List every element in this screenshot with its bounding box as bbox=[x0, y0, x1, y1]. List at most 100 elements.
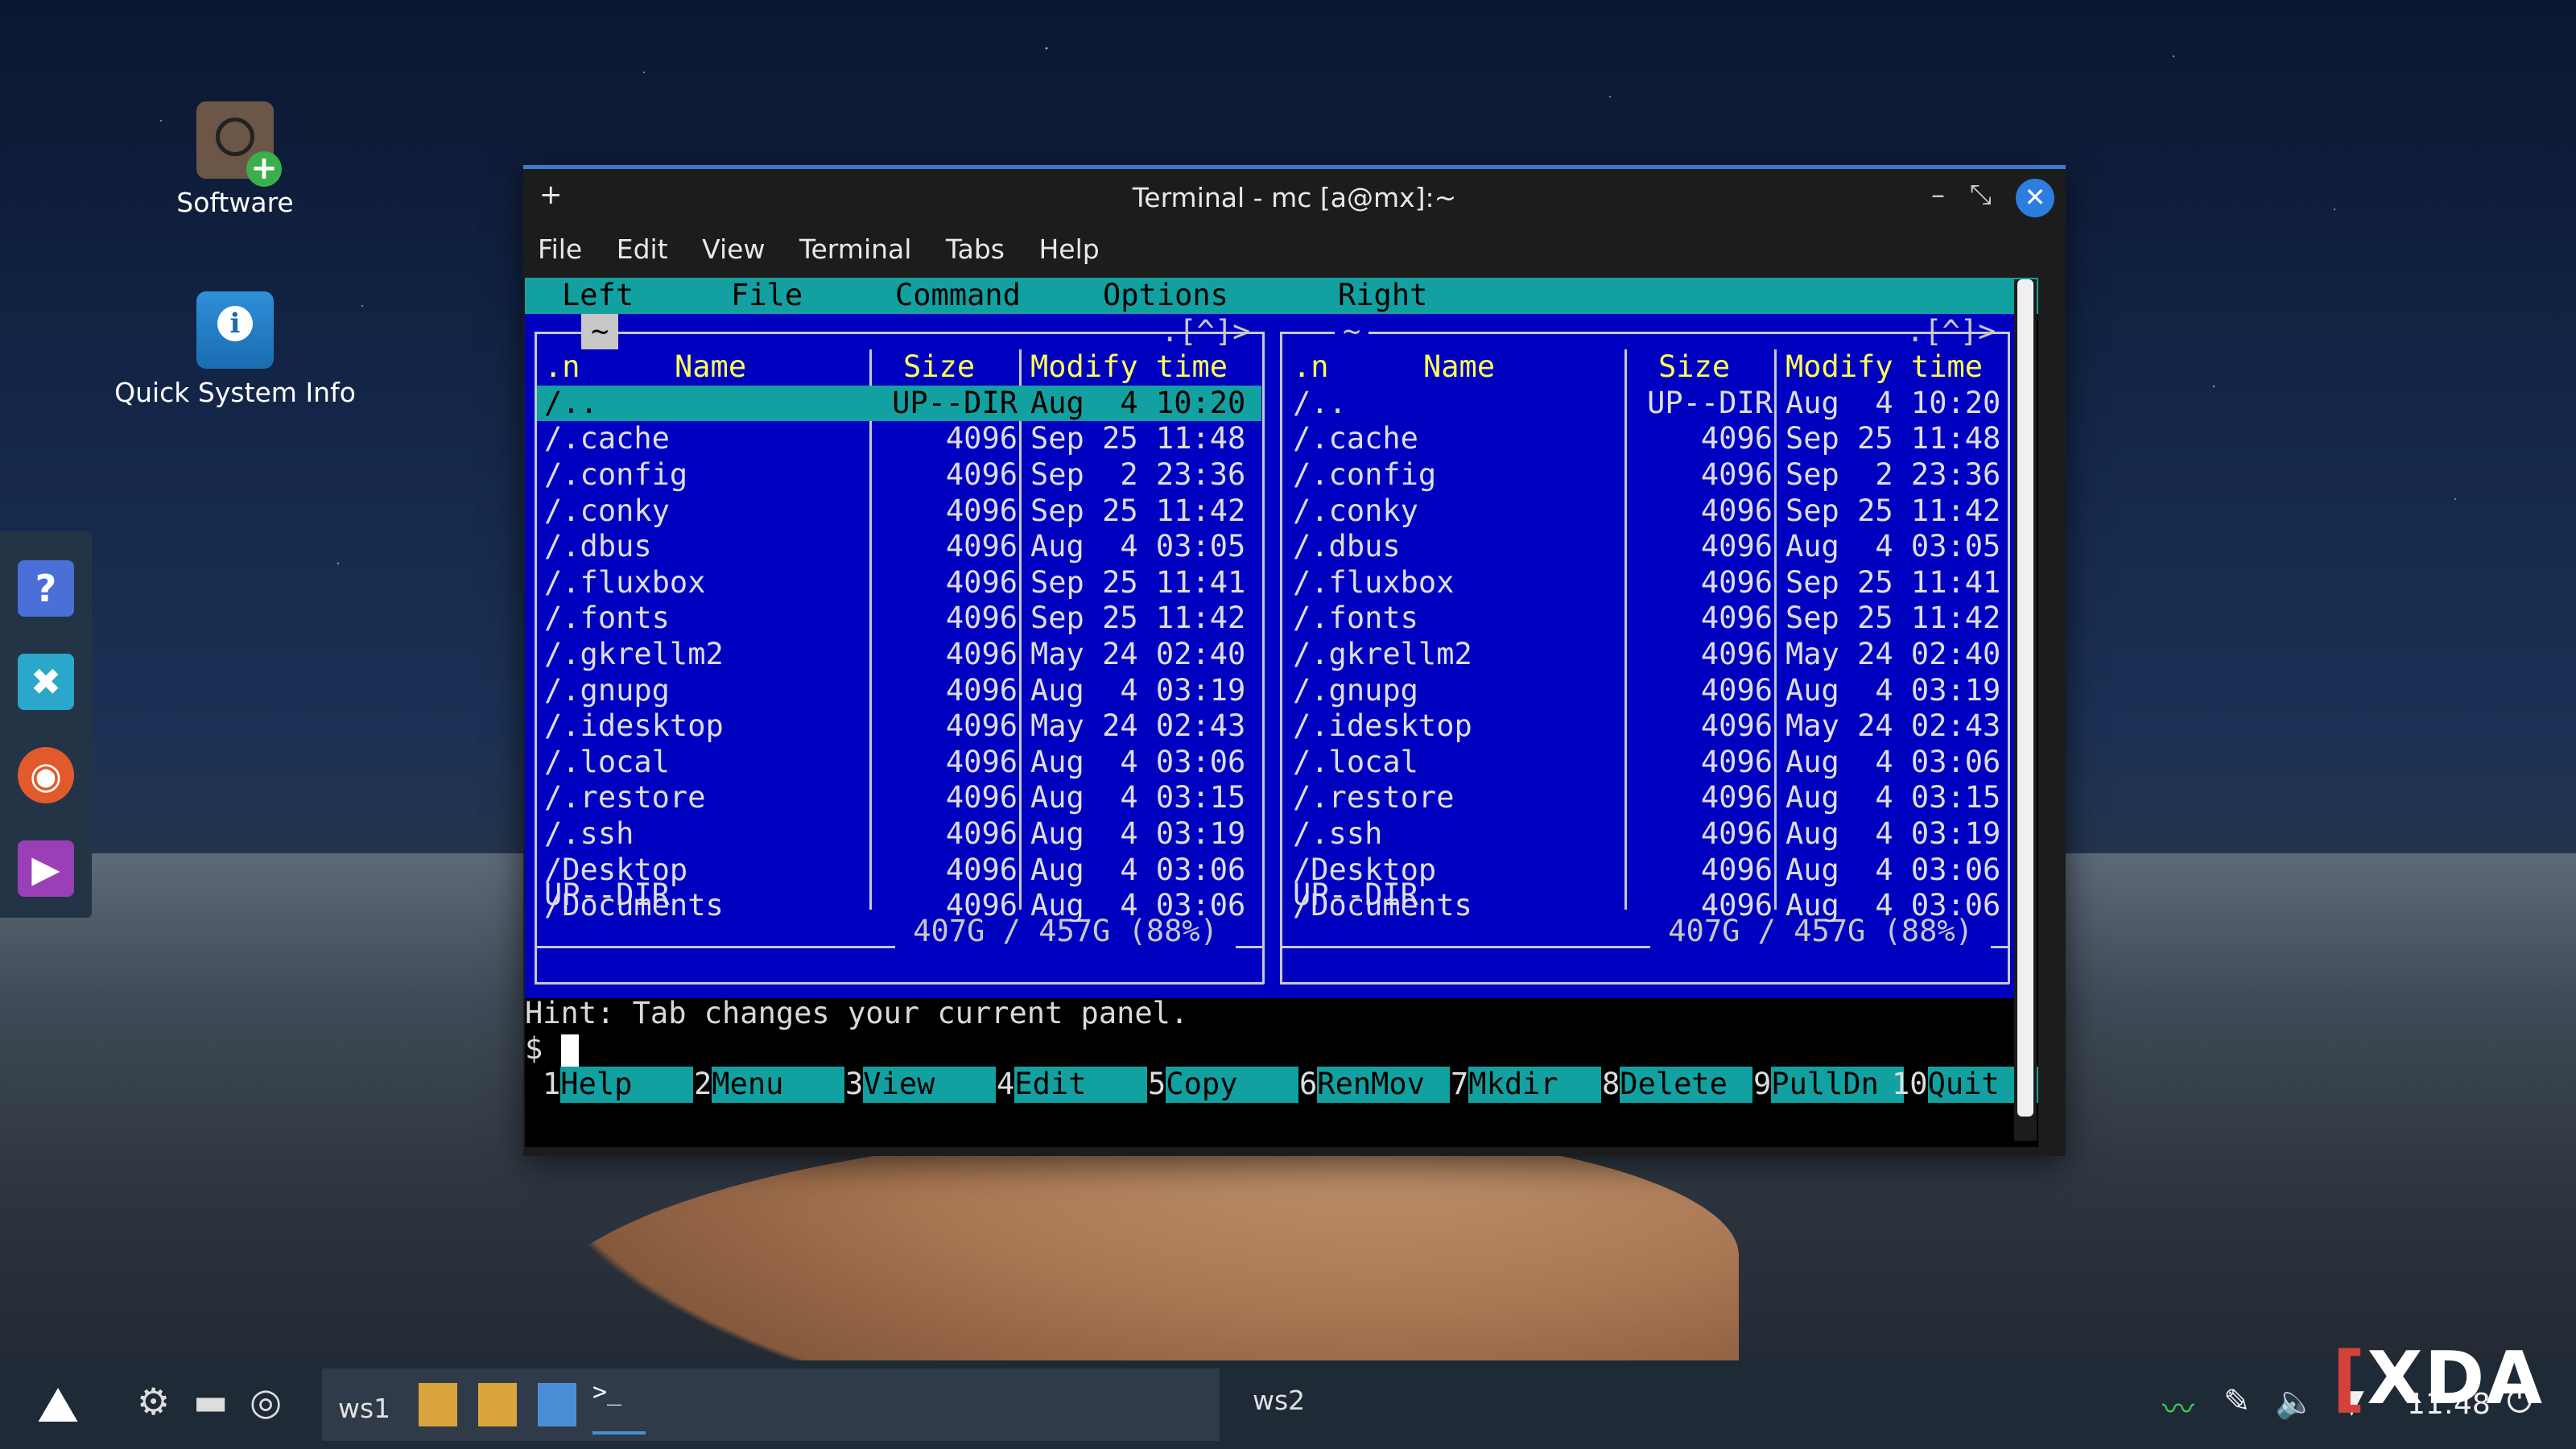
fkey-number: 6 bbox=[1299, 1067, 1318, 1101]
left-panel-path[interactable]: ~ bbox=[581, 313, 619, 350]
column-header-size[interactable]: Size bbox=[903, 349, 975, 386]
fkey-number: 8 bbox=[1602, 1067, 1620, 1101]
shell-prompt[interactable]: $ bbox=[525, 1031, 579, 1067]
right-panel-corner[interactable]: .[^]> bbox=[1906, 314, 1996, 350]
file-mtime: Sep 2 23:36 bbox=[1785, 456, 2001, 492]
paperclip-icon[interactable]: ✎ bbox=[2223, 1383, 2251, 1420]
network-activity-icon[interactable]: 〰 bbox=[2162, 1383, 2194, 1430]
mc-menu-file[interactable]: File bbox=[731, 278, 803, 314]
fkey-mkdir[interactable]: Mkdir bbox=[1468, 1067, 1602, 1103]
file-name: /.restore bbox=[1293, 780, 1455, 815]
fkey-number: 4 bbox=[997, 1067, 1015, 1101]
rss-settings-icon[interactable]: ◉ bbox=[18, 747, 74, 803]
file-size: UP--DIR bbox=[892, 385, 1018, 420]
file-size: 4096 bbox=[1700, 672, 1773, 708]
workspace-2-label[interactable]: ws2 bbox=[1253, 1385, 1305, 1416]
column-header-mtime[interactable]: Modify time bbox=[1030, 349, 1228, 386]
file-size: 4096 bbox=[1700, 744, 1773, 779]
fkey-help[interactable]: Help bbox=[560, 1067, 694, 1103]
file-name: /.local bbox=[544, 744, 670, 779]
file-mtime: Aug 4 03:06 bbox=[1785, 888, 2001, 923]
file-name: /Desktop bbox=[1293, 852, 1437, 887]
file-size: 4096 bbox=[1700, 456, 1773, 492]
terminal-scrollbar[interactable] bbox=[2014, 279, 2037, 1141]
mc-menu-left[interactable]: Left bbox=[562, 278, 634, 314]
left-panel[interactable]: ~ .[^]> .n Name Size Modify time UP--DIR… bbox=[525, 313, 1275, 998]
file-size: 4096 bbox=[1700, 636, 1773, 671]
software-install-icon bbox=[196, 101, 282, 187]
menu-view[interactable]: View bbox=[702, 225, 765, 274]
settings-icon[interactable]: ⚙ bbox=[137, 1380, 170, 1430]
globe-icon[interactable]: ◎ bbox=[250, 1380, 282, 1430]
column-header-n[interactable]: .n bbox=[1293, 349, 1329, 386]
right-panel[interactable]: ~ .[^]> .n Name Size Modify time UP--DIR… bbox=[1275, 313, 2022, 998]
file-mtime: Sep 25 11:41 bbox=[1785, 564, 2001, 600]
menu-terminal[interactable]: Terminal bbox=[799, 225, 911, 274]
desktop-icon-software[interactable]: Software bbox=[114, 101, 356, 218]
desktop-icon-label: Software bbox=[176, 187, 294, 218]
file-manager-icon[interactable] bbox=[538, 1383, 576, 1426]
file-mtime: Aug 4 03:19 bbox=[1785, 672, 2001, 708]
file-mtime: May 24 02:40 bbox=[1030, 636, 1246, 671]
fkey-pulldn[interactable]: PullDn bbox=[1771, 1067, 1905, 1103]
menu-file[interactable]: File bbox=[538, 225, 582, 274]
file-size: 4096 bbox=[945, 744, 1018, 779]
fkey-menu[interactable]: Menu bbox=[712, 1067, 845, 1103]
app-icon[interactable] bbox=[419, 1383, 457, 1426]
file-size: 4096 bbox=[945, 564, 1018, 600]
maximize-icon[interactable]: ⤡ bbox=[1970, 179, 1992, 211]
file-name: /Desktop bbox=[544, 852, 688, 887]
right-panel-path[interactable]: ~ bbox=[1335, 313, 1369, 350]
title-bar[interactable]: + Terminal - mc [a@mx]:~ – ⤡ ✕ bbox=[523, 169, 2066, 225]
column-header-name[interactable]: Name bbox=[675, 349, 746, 386]
left-panel-corner[interactable]: .[^]> bbox=[1161, 314, 1250, 350]
mc-menu-right[interactable]: Right bbox=[1338, 278, 1427, 314]
media-player-icon[interactable]: ▶ bbox=[18, 840, 74, 897]
file-name: /.conky bbox=[1293, 493, 1418, 528]
volume-icon[interactable]: 🔈 bbox=[2275, 1383, 2315, 1421]
folder-icon[interactable]: ▬ bbox=[193, 1380, 228, 1430]
function-key-bar: 1 Help 2 Menu 3 View 4 Edit 5 Copy 6 RenMov 7 Mkdir 8 D… bbox=[525, 1067, 2038, 1103]
file-name: /.gnupg bbox=[544, 672, 670, 708]
menu-help[interactable]: Help bbox=[1038, 225, 1099, 274]
column-header-n[interactable]: .n bbox=[544, 349, 580, 386]
app-icon[interactable] bbox=[478, 1383, 517, 1426]
file-mtime: Aug 4 03:06 bbox=[1785, 852, 2001, 887]
terminal-icon[interactable]: >_ bbox=[592, 1378, 646, 1435]
file-size: 4096 bbox=[1700, 529, 1773, 564]
file-size: 4096 bbox=[945, 672, 1018, 708]
desktop-icon-quick-system-info[interactable]: i Quick System Info bbox=[114, 291, 356, 408]
desktop-icon-label: Quick System Info bbox=[114, 377, 356, 408]
fkey-copy[interactable]: Copy bbox=[1166, 1067, 1299, 1103]
file-size: 4096 bbox=[945, 529, 1018, 564]
column-header-mtime[interactable]: Modify time bbox=[1785, 349, 1983, 386]
fkey-number: 7 bbox=[1451, 1067, 1469, 1101]
workspace-1-label: ws1 bbox=[338, 1393, 391, 1424]
column-header-name[interactable]: Name bbox=[1423, 349, 1495, 386]
mx-logo-icon[interactable]: ⛰ bbox=[37, 1375, 79, 1434]
tools-icon[interactable]: ✖ bbox=[18, 654, 74, 710]
file-size: 4096 bbox=[945, 456, 1018, 492]
menu-edit[interactable]: Edit bbox=[617, 225, 668, 274]
minimize-icon[interactable]: – bbox=[1931, 179, 1945, 211]
help-icon[interactable]: ? bbox=[18, 560, 74, 617]
scrollbar-thumb[interactable] bbox=[2017, 279, 2033, 1117]
mc-menu-options[interactable]: Options bbox=[1103, 278, 1228, 314]
fkey-view[interactable]: View bbox=[863, 1067, 997, 1103]
file-mtime: Aug 4 03:06 bbox=[1030, 888, 1246, 923]
file-size: 4096 bbox=[1700, 780, 1773, 815]
file-mtime: Sep 25 11:48 bbox=[1785, 421, 2001, 456]
fkey-renmov[interactable]: RenMov bbox=[1317, 1067, 1451, 1103]
fkey-delete[interactable]: Delete bbox=[1620, 1067, 1753, 1103]
file-name: /.ssh bbox=[1293, 815, 1383, 851]
mc-menu-command[interactable]: Command bbox=[895, 278, 1021, 314]
file-name: /.fonts bbox=[1293, 601, 1418, 636]
fkey-edit[interactable]: Edit bbox=[1014, 1067, 1148, 1103]
menu-tabs[interactable]: Tabs bbox=[946, 225, 1005, 274]
close-icon[interactable]: ✕ bbox=[2016, 179, 2054, 217]
terminal-area[interactable]: Left File Command Options Right ~ .[^]> … bbox=[525, 278, 2038, 1147]
file-name: /.gkrellm2 bbox=[544, 636, 724, 671]
file-mtime: Aug 4 03:06 bbox=[1030, 744, 1246, 779]
workspace-1-area[interactable]: ws1 >_ bbox=[322, 1368, 1220, 1441]
column-header-size[interactable]: Size bbox=[1658, 349, 1730, 386]
